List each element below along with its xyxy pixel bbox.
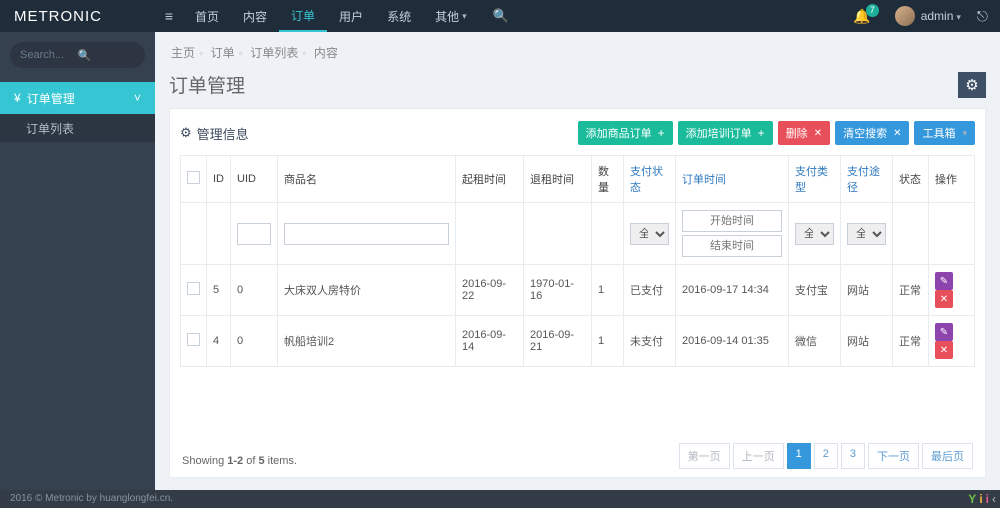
sidebar-item-label: 订单管理 (27, 90, 75, 107)
panel-toolbar: 添加商品订单 添加培训订单 删除 清空搜索 工具箱 (578, 121, 975, 145)
sidebar-search[interactable]: Search... 🔍 (10, 42, 145, 68)
notifications-icon[interactable]: 🔔7 (843, 8, 880, 25)
sidebar-item-orders[interactable]: ¥ 订单管理 ˅ (0, 82, 155, 114)
page-1[interactable]: 1 (787, 443, 811, 469)
table-row: 4 0 帆船培训2 2016-09-14 2016-09-21 1 未支付 20… (181, 316, 975, 367)
top-search-icon[interactable]: 🔍 (479, 8, 523, 24)
crumb-home[interactable]: 主页 (171, 46, 195, 60)
add-goods-order-button[interactable]: 添加商品订单 (578, 121, 673, 145)
col-uid[interactable]: UID (231, 156, 278, 203)
row-checkbox[interactable] (187, 333, 200, 346)
col-name[interactable]: 商品名 (278, 156, 456, 203)
crumb-content[interactable]: 内容 (314, 46, 338, 60)
username-label: admin (921, 9, 954, 23)
col-paystate[interactable]: 支付状态 (630, 166, 663, 194)
nav-orders[interactable]: 订单 (279, 0, 327, 32)
page-next[interactable]: 下一页 (868, 443, 919, 469)
filter-paytype-select[interactable]: 全部 (795, 223, 834, 245)
search-icon: 🔍 (78, 49, 136, 62)
nav-home[interactable]: 首页 (183, 0, 231, 32)
edit-icon[interactable]: ✎ (935, 272, 953, 290)
logout-icon[interactable]: ⎋ (969, 8, 1000, 25)
col-paytype[interactable]: 支付类型 (795, 166, 828, 194)
top-nav: 首页 内容 订单 用户 系统 其他 (183, 0, 479, 32)
gear-icon: ⚙ (180, 125, 192, 141)
col-end[interactable]: 退租时间 (524, 156, 592, 203)
nav-other[interactable]: 其他 (423, 0, 479, 32)
chevron-down-icon: ˅ (134, 91, 141, 105)
tools-button[interactable]: 工具箱 (914, 121, 975, 145)
col-qty[interactable]: 数量 (592, 156, 624, 203)
user-menu[interactable]: admin (881, 6, 969, 26)
filter-startdate-input[interactable] (682, 210, 782, 232)
footer: 2016 © Metronic by huanglongfei.cn. (0, 490, 1000, 508)
avatar (895, 6, 915, 26)
col-ordertime[interactable]: 订单时间 (682, 174, 726, 186)
showing-label: Showing 1-2 of 5 items. (182, 455, 297, 467)
page-2[interactable]: 2 (814, 443, 838, 469)
panel: ⚙ 管理信息 添加商品订单 添加培训订单 删除 清空搜索 工具箱 ID UID … (169, 108, 986, 478)
table-filter-row: 全部 全部 全部 (181, 203, 975, 265)
add-training-order-button[interactable]: 添加培训订单 (678, 121, 773, 145)
delete-button[interactable]: 删除 (778, 121, 830, 145)
menu-toggle-icon[interactable]: ≡ (155, 8, 183, 24)
sidebar-search-placeholder: Search... (20, 49, 78, 61)
nav-system[interactable]: 系统 (375, 0, 423, 32)
settings-gear-icon[interactable]: ⚙ (958, 72, 986, 98)
yii-badge[interactable]: Yii‹ (968, 492, 996, 506)
col-payway[interactable]: 支付途径 (847, 166, 880, 194)
nav-users[interactable]: 用户 (327, 0, 375, 32)
crumb-orders[interactable]: 订单 (211, 46, 235, 60)
page-title: 订单管理 (169, 71, 245, 98)
delete-icon[interactable]: ✕ (935, 290, 953, 308)
nav-content[interactable]: 内容 (231, 0, 279, 32)
page-first[interactable]: 第一页 (679, 443, 730, 469)
col-op: 操作 (929, 156, 975, 203)
filter-name-input[interactable] (284, 223, 449, 245)
page-header: 订单管理 ⚙ (169, 71, 986, 98)
page-3[interactable]: 3 (841, 443, 865, 469)
table-header-row: ID UID 商品名 起租时间 退租时间 数量 支付状态 订单时间 支付类型 支… (181, 156, 975, 203)
table-row: 5 0 大床双人房特价 2016-09-22 1970-01-16 1 已支付 … (181, 265, 975, 316)
yen-icon: ¥ (14, 91, 21, 105)
filter-enddate-input[interactable] (682, 235, 782, 257)
row-checkbox[interactable] (187, 282, 200, 295)
col-start[interactable]: 起租时间 (456, 156, 524, 203)
crumb-list[interactable]: 订单列表 (250, 46, 298, 60)
topbar: METRONIC ≡ 首页 内容 订单 用户 系统 其他 🔍 🔔7 admin … (0, 0, 1000, 32)
select-all-checkbox[interactable] (187, 171, 200, 184)
col-state[interactable]: 状态 (893, 156, 929, 203)
breadcrumb: 主页◦ 订单◦ 订单列表◦ 内容 (169, 42, 986, 71)
orders-table: ID UID 商品名 起租时间 退租时间 数量 支付状态 订单时间 支付类型 支… (180, 155, 975, 367)
content-area: 主页◦ 订单◦ 订单列表◦ 内容 订单管理 ⚙ ⚙ 管理信息 添加商品订单 添加… (155, 32, 1000, 490)
sidebar: Search... 🔍 ¥ 订单管理 ˅ 订单列表 (0, 32, 155, 508)
delete-icon[interactable]: ✕ (935, 341, 953, 359)
edit-icon[interactable]: ✎ (935, 323, 953, 341)
sidebar-sub-order-list[interactable]: 订单列表 (0, 114, 155, 142)
topbar-right: 🔔7 admin ⎋ (843, 0, 1000, 32)
filter-paystate-select[interactable]: 全部 (630, 223, 669, 245)
page-prev[interactable]: 上一页 (733, 443, 784, 469)
panel-header: ⚙ 管理信息 添加商品订单 添加培训订单 删除 清空搜索 工具箱 (180, 119, 975, 155)
pager: 第一页 上一页 1 2 3 下一页 最后页 (679, 443, 973, 469)
clear-search-button[interactable]: 清空搜索 (835, 121, 909, 145)
logo[interactable]: METRONIC (0, 8, 155, 25)
page-last[interactable]: 最后页 (922, 443, 973, 469)
filter-payway-select[interactable]: 全部 (847, 223, 886, 245)
panel-title: ⚙ 管理信息 (180, 124, 249, 143)
filter-uid-input[interactable] (237, 223, 271, 245)
notifications-badge: 7 (866, 4, 879, 17)
col-id[interactable]: ID (207, 156, 231, 203)
